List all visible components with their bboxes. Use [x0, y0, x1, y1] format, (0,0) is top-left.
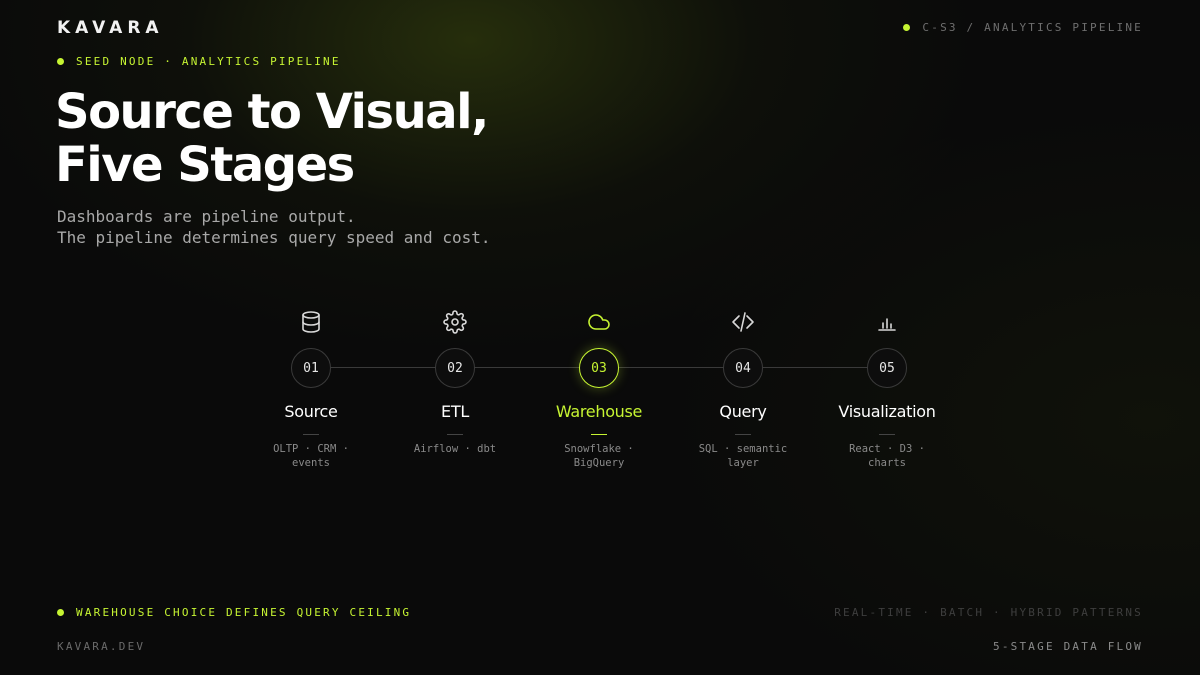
callout-dot-icon — [57, 609, 64, 616]
callout-label: WAREHOUSE CHOICE DEFINES QUERY CEILING — [76, 606, 412, 619]
stage-description: OLTP · CRM · events — [231, 442, 391, 470]
stage-description: Snowflake · BigQuery — [519, 442, 679, 470]
stage-description-line: OLTP · CRM · — [273, 443, 349, 455]
stage-description-line: Airflow · dbt — [413, 443, 497, 455]
stage-divider — [447, 434, 463, 435]
stage-description: SQL · semantic layer — [663, 442, 823, 470]
pipeline-stages: 01 Source OLTP · CRM · events 02 ETL Air… — [0, 0, 1200, 675]
stage-divider — [591, 434, 607, 435]
stage-description: React · D3 · charts — [807, 442, 967, 470]
stage-description-line: charts — [868, 457, 906, 469]
site-url: KAVARA.DEV — [57, 640, 146, 653]
code-icon — [731, 310, 755, 334]
stage-description-line: BigQuery — [573, 457, 625, 469]
gear-icon — [443, 310, 467, 334]
stage-divider — [879, 434, 895, 435]
stage-divider — [735, 434, 751, 435]
bar-chart-icon — [875, 310, 899, 334]
stage-description-line: React · D3 · — [849, 443, 925, 455]
stage-name: Visualization — [838, 402, 936, 421]
stage-description-line: SQL · semantic — [698, 443, 788, 455]
flow-label: 5-STAGE DATA FLOW — [993, 640, 1143, 653]
key-callout: WAREHOUSE CHOICE DEFINES QUERY CEILING — [57, 606, 411, 619]
stage-description-line: Snowflake · — [564, 443, 634, 455]
cloud-icon — [587, 310, 611, 334]
stage-number: 01 — [291, 348, 331, 388]
stage-number: 03 — [579, 348, 619, 388]
stage-divider — [303, 434, 319, 435]
patterns-label: REAL-TIME · BATCH · HYBRID PATTERNS — [834, 606, 1143, 619]
stage-description: Airflow · dbt — [375, 442, 535, 456]
database-icon — [299, 310, 323, 334]
stage-description-line: layer — [727, 457, 759, 469]
stage-number: 02 — [435, 348, 475, 388]
stage-number: 05 — [867, 348, 907, 388]
stage-number: 04 — [723, 348, 763, 388]
stage-description-line: events — [292, 457, 330, 469]
